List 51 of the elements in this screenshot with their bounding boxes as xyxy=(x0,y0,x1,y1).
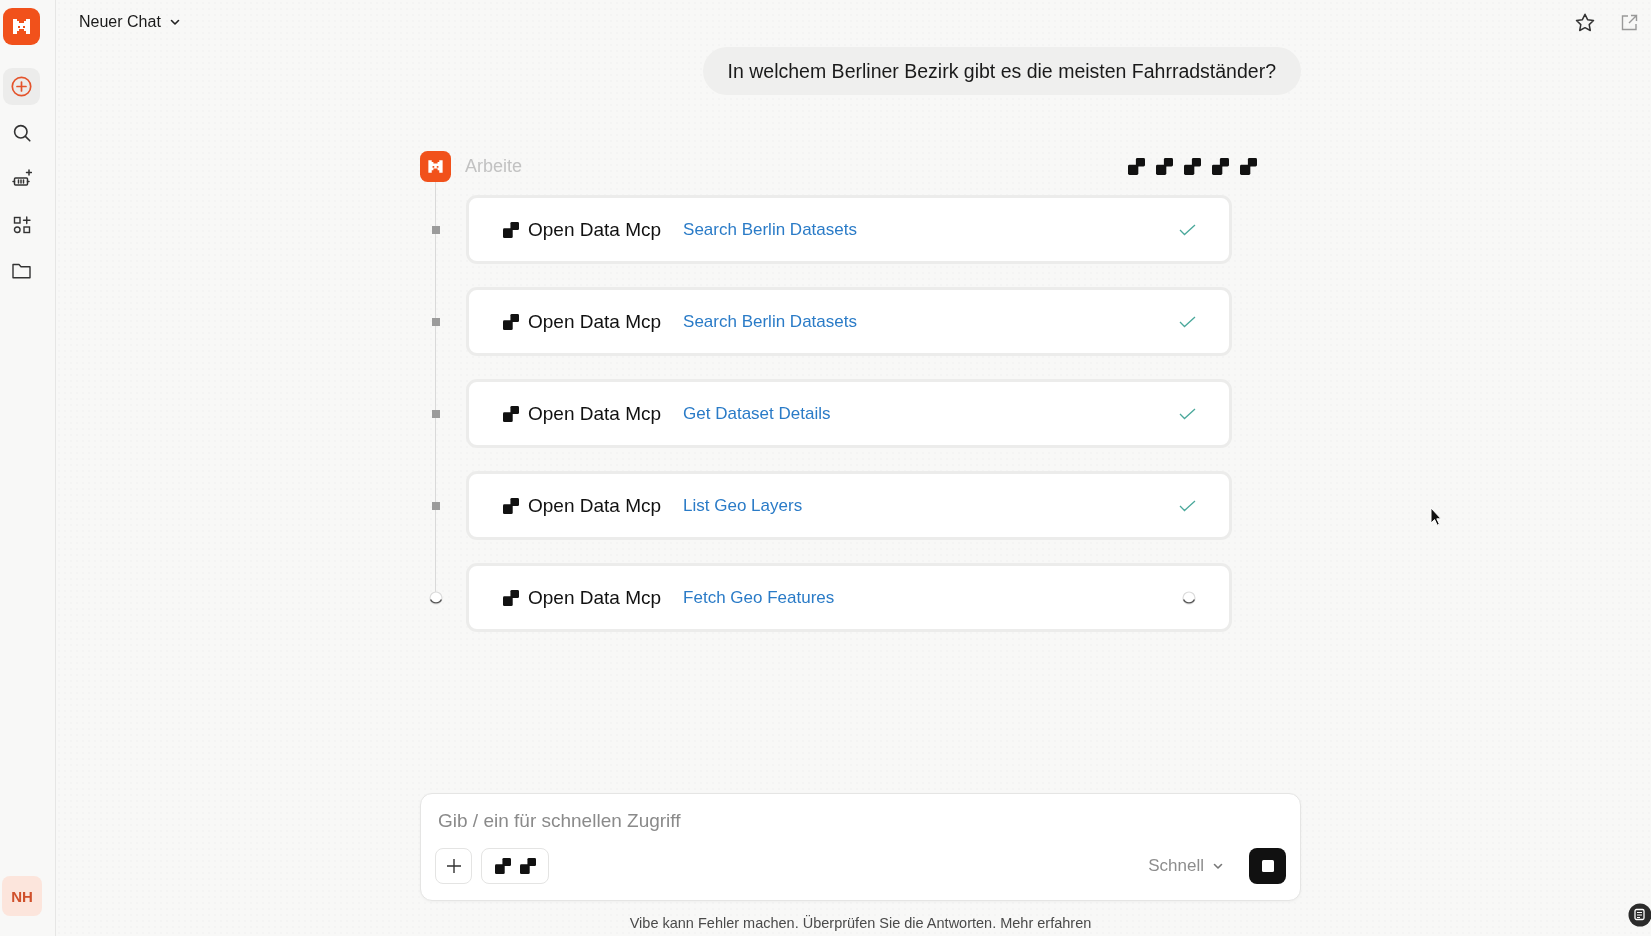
learn-more-link[interactable]: Mehr erfahren xyxy=(1000,915,1092,931)
stop-button[interactable] xyxy=(1249,848,1286,884)
step-blocks-icon xyxy=(1240,158,1257,175)
plus-icon xyxy=(445,858,462,874)
chevron-down-icon xyxy=(169,18,180,26)
tool-call-card[interactable]: Open Data Mcp List Geo Layers xyxy=(466,471,1232,540)
share-icon xyxy=(1620,13,1638,31)
tool-name: Search Berlin Datasets xyxy=(683,219,857,240)
server-name: Open Data Mcp xyxy=(528,586,662,609)
server-name: Open Data Mcp xyxy=(528,402,662,425)
logo-icon xyxy=(3,8,40,45)
step-blocks-icon xyxy=(1128,158,1145,175)
help-bubble-icon[interactable] xyxy=(1628,903,1651,927)
tool-call-card[interactable]: Open Data Mcp Search Berlin Datasets xyxy=(466,287,1232,356)
tool-name: Fetch Geo Features xyxy=(683,587,835,608)
user-avatar[interactable]: NH xyxy=(2,876,42,916)
disclaimer-text: Vibe kann Fehler machen. Überprüfen Sie die Antworten. Mehr erfahren xyxy=(629,915,1092,931)
stop-square-icon xyxy=(1261,860,1274,872)
tool-call-card[interactable]: Open Data Mcp Get Dataset Details xyxy=(466,379,1232,448)
search-icon xyxy=(12,123,31,142)
chevron-down-icon xyxy=(1213,862,1223,870)
step-blocks-icon xyxy=(1156,158,1173,175)
server-name: Open Data Mcp xyxy=(528,218,662,241)
step-blocks-icon xyxy=(519,858,536,874)
tool-call-card[interactable]: Open Data Mcp Search Berlin Datasets xyxy=(466,195,1232,264)
step-blocks-icon xyxy=(1212,158,1229,175)
tools-button[interactable] xyxy=(481,848,549,884)
server-name: Open Data Mcp xyxy=(528,494,662,517)
tool-call-card[interactable]: Open Data Mcp Fetch Geo Features xyxy=(466,563,1232,632)
user-message: In welchem Berliner Bezirk gibt es die meisten Fahrradständer? xyxy=(702,47,1301,95)
star-icon xyxy=(1575,12,1595,32)
step-blocks-icon xyxy=(503,221,519,238)
step-blocks-icon xyxy=(494,858,511,874)
logo-icon xyxy=(420,151,451,182)
tool-name: Search Berlin Datasets xyxy=(683,311,857,332)
plus-circle-icon xyxy=(11,76,32,97)
folder-icon xyxy=(12,262,31,279)
chat-title-dropdown[interactable]: Neuer Chat xyxy=(79,13,180,31)
step-blocks-icon xyxy=(503,589,519,606)
step-blocks-icon xyxy=(503,405,519,422)
tool-name: List Geo Layers xyxy=(683,495,803,516)
box-plus-icon xyxy=(11,169,32,188)
tool-name: Get Dataset Details xyxy=(683,403,831,424)
step-blocks-icon xyxy=(1184,158,1201,175)
step-blocks-icon xyxy=(503,313,519,330)
server-name: Open Data Mcp xyxy=(528,310,662,333)
attach-button[interactable] xyxy=(435,848,472,884)
mouse-pointer-icon xyxy=(1430,507,1442,526)
step-blocks-icon xyxy=(503,497,519,514)
apps-plus-icon xyxy=(12,215,31,234)
message-input[interactable]: Gib / ein für schnellen Zugriff xyxy=(435,809,1286,833)
